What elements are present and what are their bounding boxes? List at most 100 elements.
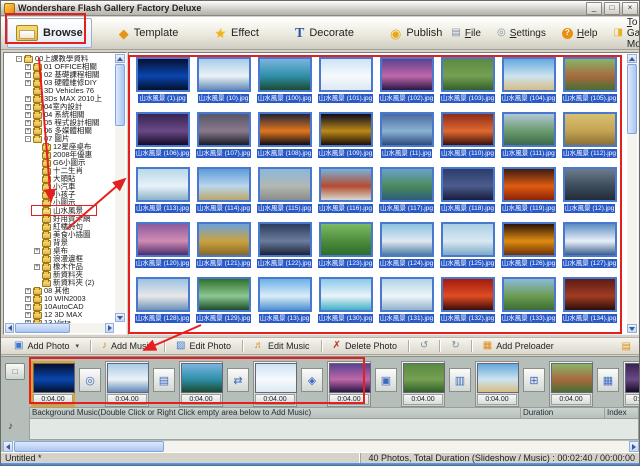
add-preloader-button[interactable]: ▦ Add Preloader [480,340,557,352]
photo-thumb[interactable]: 山水風景 (119).jpg [498,167,559,222]
scroll-up-icon[interactable] [627,54,637,63]
gallery-mode-button[interactable]: ◨To Gallery Mode [613,17,639,50]
close-button[interactable]: × [622,1,638,15]
photo-thumb[interactable]: 山水風景 (115).jpg [254,167,315,222]
photo-thumb[interactable]: 山水風景 (113).jpg [132,167,193,222]
expand-plus-icon[interactable]: + [25,112,31,118]
photo-thumb[interactable]: 山水風景 (13).jpg [254,277,315,332]
expand-plus-icon[interactable]: + [25,288,31,294]
photo-thumb[interactable]: 山水風景 (121).jpg [193,222,254,277]
tree-hscroll-thumb[interactable] [15,323,70,333]
transition-button[interactable]: ◎ [79,368,101,392]
music-track-area[interactable] [29,419,639,440]
photo-thumb[interactable]: 山水風景 (107).jpg [193,112,254,167]
music-track-header[interactable]: Background Music(Double Click or Right C… [29,407,639,419]
photo-thumb[interactable]: 山水風景 (132).jpg [437,277,498,332]
photo-thumb[interactable]: 山水風景 (10).jpg [193,57,254,112]
expand-plus-icon[interactable]: + [25,312,31,318]
photo-thumb[interactable]: 山水風景 (118).jpg [437,167,498,222]
photo-thumb[interactable]: 山水風景 (133).jpg [498,277,559,332]
maximize-button[interactable]: □ [604,1,620,15]
photo-thumb[interactable]: 山水風景 (12).jpg [559,167,620,222]
photo-thumb[interactable]: 山水風景 (112).jpg [559,112,620,167]
help-button[interactable]: ? Help [561,27,597,39]
photo-thumb[interactable]: 山水風景 (129).jpg [193,277,254,332]
chevron-down-icon[interactable]: ▾ [76,342,80,350]
photo-thumb[interactable]: 山水風景 (100).jpg [254,57,315,112]
expand-plus-icon[interactable]: + [25,296,31,302]
photo-thumb[interactable]: 山水風景 (124).jpg [376,222,437,277]
expand-plus-icon[interactable]: + [25,72,31,78]
photo-thumb[interactable]: 山水風景 (126).jpg [498,222,559,277]
timeline-photo[interactable]: 0:04.00 [475,361,519,407]
transition-button[interactable]: ▣ [375,368,397,392]
mode-tab-template[interactable]: ◆ Template [110,18,188,48]
grid-vscroll-thumb[interactable] [627,64,637,134]
timeline-hscroll-thumb[interactable] [14,441,164,452]
photo-thumb[interactable]: 山水風景 (117).jpg [376,167,437,222]
expand-plus-icon[interactable]: + [34,248,40,254]
edit-music-button[interactable]: ♬ Edit Music [251,340,313,352]
transition-button[interactable]: ▥ [449,368,471,392]
timeline-options-icon[interactable]: ▤ [622,341,631,352]
scroll-down-icon[interactable] [627,324,637,333]
expand-plus-icon[interactable]: + [25,304,31,310]
photo-thumb[interactable]: 山水風景 (127).jpg [559,222,620,277]
photo-thumb[interactable]: 山水風景 (11).jpg [376,112,437,167]
scroll-right-icon[interactable] [105,323,114,333]
scroll-left-icon[interactable] [5,323,14,333]
photo-thumb[interactable]: 山水風景 (134).jpg [559,277,620,332]
photo-thumb[interactable]: 山水風景 (101).jpg [315,57,376,112]
photo-thumb[interactable]: 山水風景 (105).jpg [559,57,620,112]
minimize-button[interactable]: _ [586,1,602,15]
photo-thumb[interactable]: 山水風景 (103).jpg [437,57,498,112]
preview-monitor-icon[interactable]: □ [5,363,25,380]
photo-thumb[interactable]: 山水風景 (120).jpg [132,222,193,277]
timeline-hscrollbar[interactable] [3,441,639,452]
collapse-minus-icon[interactable]: - [25,136,31,142]
scroll-left-icon[interactable] [3,441,13,452]
transition-button[interactable]: ▦ [597,368,619,392]
delete-photo-button[interactable]: ✗ Delete Photo [330,340,400,352]
scroll-up-icon[interactable] [115,54,125,63]
add-photo-button[interactable]: ▣ Add Photo ▾ [11,340,82,352]
expand-plus-icon[interactable]: + [25,120,31,126]
timeline-photo[interactable]: 0:04.00 [253,361,297,407]
tree-vscrollbar[interactable] [115,54,125,322]
rotate-left-button[interactable]: ↺ [417,340,431,352]
transition-button[interactable]: ⊞ [523,368,545,392]
mode-tab-decorate[interactable]: T Decorate [286,18,363,48]
expand-plus-icon[interactable]: + [25,96,31,102]
collapse-minus-icon[interactable]: - [16,56,22,62]
file-button[interactable]: ▤ File [451,28,481,39]
transition-button[interactable]: ⇄ [227,368,249,392]
edit-photo-button[interactable]: ▧ Edit Photo [173,340,234,352]
photo-thumb[interactable]: 山水風景 (106).jpg [132,112,193,167]
timeline-photo[interactable]: 0:04.00 [179,361,223,407]
photo-thumb[interactable]: 山水風景 (128).jpg [132,277,193,332]
timeline-photo[interactable]: 0:04.00 [549,361,593,407]
photo-thumb[interactable]: 山水風景 (122).jpg [254,222,315,277]
photo-thumb[interactable]: 山水風景 (102).jpg [376,57,437,112]
scroll-right-icon[interactable] [629,441,639,452]
photo-thumb[interactable]: 山水風景 (125).jpg [437,222,498,277]
timeline-photo[interactable]: 0:04.00 [623,361,639,407]
timeline-photo[interactable]: 0:04.00 [105,361,149,407]
transition-button[interactable]: ◈ [301,368,323,392]
tree-hscrollbar[interactable] [5,323,114,333]
music-track-hint[interactable]: Background Music(Double Click or Right C… [29,407,521,419]
photo-thumb[interactable]: 山水風景 (114).jpg [193,167,254,222]
mode-tab-browse[interactable]: Browse [7,18,92,48]
scroll-down-icon[interactable] [115,313,125,322]
tree-vscroll-thumb[interactable] [115,64,125,126]
expand-plus-icon[interactable]: + [25,104,31,110]
photo-thumb[interactable]: 山水風景 (108).jpg [254,112,315,167]
transition-button[interactable]: ▤ [153,368,175,392]
expand-plus-icon[interactable]: + [34,264,40,270]
expand-plus-icon[interactable]: + [25,80,31,86]
photo-thumb[interactable]: 山水風景 (111).jpg [498,112,559,167]
mode-tab-publish[interactable]: ◉ Publish [381,18,451,48]
photo-thumb[interactable]: 山水風景 (109).jpg [315,112,376,167]
photo-thumb[interactable]: 山水風景 (131).jpg [376,277,437,332]
photo-thumb[interactable]: 山水風景 (110).jpg [437,112,498,167]
